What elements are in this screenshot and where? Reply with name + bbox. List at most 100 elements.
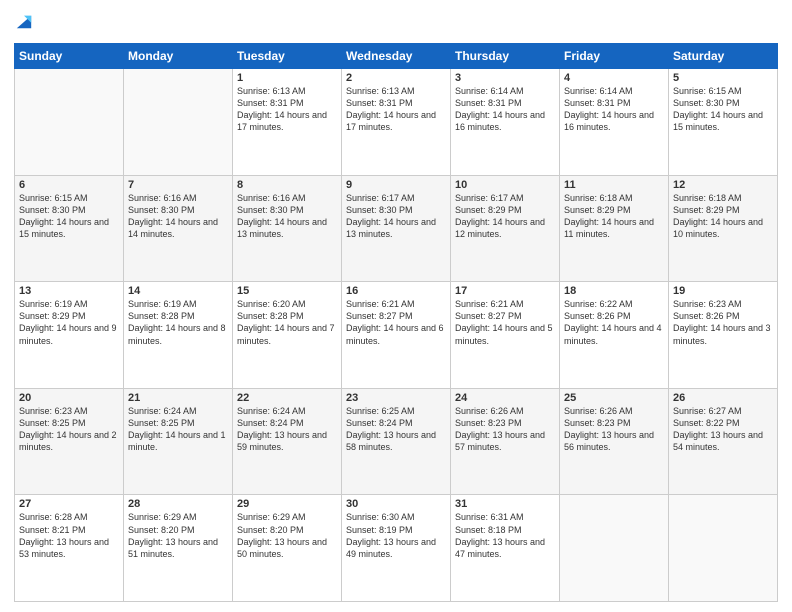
calendar-cell: 8Sunrise: 6:16 AM Sunset: 8:30 PM Daylig… — [233, 175, 342, 282]
day-info: Sunrise: 6:26 AM Sunset: 8:23 PM Dayligh… — [564, 405, 664, 454]
week-row-1: 1Sunrise: 6:13 AM Sunset: 8:31 PM Daylig… — [15, 69, 778, 176]
day-info: Sunrise: 6:20 AM Sunset: 8:28 PM Dayligh… — [237, 298, 337, 347]
day-info: Sunrise: 6:26 AM Sunset: 8:23 PM Dayligh… — [455, 405, 555, 454]
day-info: Sunrise: 6:19 AM Sunset: 8:29 PM Dayligh… — [19, 298, 119, 347]
day-info: Sunrise: 6:16 AM Sunset: 8:30 PM Dayligh… — [128, 192, 228, 241]
calendar-cell: 3Sunrise: 6:14 AM Sunset: 8:31 PM Daylig… — [451, 69, 560, 176]
day-info: Sunrise: 6:24 AM Sunset: 8:25 PM Dayligh… — [128, 405, 228, 454]
day-info: Sunrise: 6:13 AM Sunset: 8:31 PM Dayligh… — [346, 85, 446, 134]
page: SundayMondayTuesdayWednesdayThursdayFrid… — [0, 0, 792, 612]
day-info: Sunrise: 6:17 AM Sunset: 8:29 PM Dayligh… — [455, 192, 555, 241]
day-number: 31 — [455, 498, 555, 510]
day-number: 3 — [455, 72, 555, 84]
calendar-cell: 28Sunrise: 6:29 AM Sunset: 8:20 PM Dayli… — [124, 495, 233, 602]
day-number: 20 — [19, 392, 119, 404]
calendar-cell: 12Sunrise: 6:18 AM Sunset: 8:29 PM Dayli… — [669, 175, 778, 282]
calendar-cell: 25Sunrise: 6:26 AM Sunset: 8:23 PM Dayli… — [560, 388, 669, 495]
day-info: Sunrise: 6:15 AM Sunset: 8:30 PM Dayligh… — [19, 192, 119, 241]
calendar-cell: 16Sunrise: 6:21 AM Sunset: 8:27 PM Dayli… — [342, 282, 451, 389]
day-info: Sunrise: 6:15 AM Sunset: 8:30 PM Dayligh… — [673, 85, 773, 134]
day-number: 2 — [346, 72, 446, 84]
weekday-friday: Friday — [560, 44, 669, 69]
day-number: 19 — [673, 285, 773, 297]
day-info: Sunrise: 6:29 AM Sunset: 8:20 PM Dayligh… — [128, 511, 228, 560]
logo-icon — [15, 10, 33, 32]
day-info: Sunrise: 6:31 AM Sunset: 8:18 PM Dayligh… — [455, 511, 555, 560]
week-row-5: 27Sunrise: 6:28 AM Sunset: 8:21 PM Dayli… — [15, 495, 778, 602]
day-number: 11 — [564, 179, 664, 191]
calendar-cell: 5Sunrise: 6:15 AM Sunset: 8:30 PM Daylig… — [669, 69, 778, 176]
calendar-cell: 13Sunrise: 6:19 AM Sunset: 8:29 PM Dayli… — [15, 282, 124, 389]
calendar-cell: 23Sunrise: 6:25 AM Sunset: 8:24 PM Dayli… — [342, 388, 451, 495]
calendar-cell: 14Sunrise: 6:19 AM Sunset: 8:28 PM Dayli… — [124, 282, 233, 389]
calendar-cell — [669, 495, 778, 602]
day-info: Sunrise: 6:14 AM Sunset: 8:31 PM Dayligh… — [564, 85, 664, 134]
day-info: Sunrise: 6:24 AM Sunset: 8:24 PM Dayligh… — [237, 405, 337, 454]
day-number: 18 — [564, 285, 664, 297]
day-number: 10 — [455, 179, 555, 191]
week-row-2: 6Sunrise: 6:15 AM Sunset: 8:30 PM Daylig… — [15, 175, 778, 282]
day-number: 29 — [237, 498, 337, 510]
day-info: Sunrise: 6:19 AM Sunset: 8:28 PM Dayligh… — [128, 298, 228, 347]
day-number: 25 — [564, 392, 664, 404]
day-number: 4 — [564, 72, 664, 84]
day-number: 13 — [19, 285, 119, 297]
calendar-cell: 17Sunrise: 6:21 AM Sunset: 8:27 PM Dayli… — [451, 282, 560, 389]
day-number: 23 — [346, 392, 446, 404]
day-info: Sunrise: 6:18 AM Sunset: 8:29 PM Dayligh… — [673, 192, 773, 241]
day-number: 27 — [19, 498, 119, 510]
weekday-monday: Monday — [124, 44, 233, 69]
calendar-cell: 21Sunrise: 6:24 AM Sunset: 8:25 PM Dayli… — [124, 388, 233, 495]
weekday-sunday: Sunday — [15, 44, 124, 69]
day-info: Sunrise: 6:17 AM Sunset: 8:30 PM Dayligh… — [346, 192, 446, 241]
header — [14, 10, 778, 37]
day-info: Sunrise: 6:29 AM Sunset: 8:20 PM Dayligh… — [237, 511, 337, 560]
day-info: Sunrise: 6:30 AM Sunset: 8:19 PM Dayligh… — [346, 511, 446, 560]
weekday-tuesday: Tuesday — [233, 44, 342, 69]
weekday-saturday: Saturday — [669, 44, 778, 69]
day-number: 16 — [346, 285, 446, 297]
calendar-cell — [560, 495, 669, 602]
week-row-4: 20Sunrise: 6:23 AM Sunset: 8:25 PM Dayli… — [15, 388, 778, 495]
calendar-cell: 2Sunrise: 6:13 AM Sunset: 8:31 PM Daylig… — [342, 69, 451, 176]
calendar-cell: 27Sunrise: 6:28 AM Sunset: 8:21 PM Dayli… — [15, 495, 124, 602]
day-number: 30 — [346, 498, 446, 510]
calendar-cell: 9Sunrise: 6:17 AM Sunset: 8:30 PM Daylig… — [342, 175, 451, 282]
day-number: 21 — [128, 392, 228, 404]
calendar-cell: 6Sunrise: 6:15 AM Sunset: 8:30 PM Daylig… — [15, 175, 124, 282]
day-number: 9 — [346, 179, 446, 191]
day-number: 26 — [673, 392, 773, 404]
weekday-wednesday: Wednesday — [342, 44, 451, 69]
calendar-cell: 7Sunrise: 6:16 AM Sunset: 8:30 PM Daylig… — [124, 175, 233, 282]
day-info: Sunrise: 6:16 AM Sunset: 8:30 PM Dayligh… — [237, 192, 337, 241]
day-number: 24 — [455, 392, 555, 404]
calendar-cell: 29Sunrise: 6:29 AM Sunset: 8:20 PM Dayli… — [233, 495, 342, 602]
day-number: 15 — [237, 285, 337, 297]
calendar-cell: 30Sunrise: 6:30 AM Sunset: 8:19 PM Dayli… — [342, 495, 451, 602]
day-number: 14 — [128, 285, 228, 297]
calendar-cell: 31Sunrise: 6:31 AM Sunset: 8:18 PM Dayli… — [451, 495, 560, 602]
calendar-cell — [124, 69, 233, 176]
day-info: Sunrise: 6:21 AM Sunset: 8:27 PM Dayligh… — [346, 298, 446, 347]
calendar-table: SundayMondayTuesdayWednesdayThursdayFrid… — [14, 43, 778, 602]
week-row-3: 13Sunrise: 6:19 AM Sunset: 8:29 PM Dayli… — [15, 282, 778, 389]
day-number: 5 — [673, 72, 773, 84]
day-info: Sunrise: 6:23 AM Sunset: 8:25 PM Dayligh… — [19, 405, 119, 454]
day-number: 8 — [237, 179, 337, 191]
day-info: Sunrise: 6:27 AM Sunset: 8:22 PM Dayligh… — [673, 405, 773, 454]
calendar-cell: 26Sunrise: 6:27 AM Sunset: 8:22 PM Dayli… — [669, 388, 778, 495]
calendar-cell: 15Sunrise: 6:20 AM Sunset: 8:28 PM Dayli… — [233, 282, 342, 389]
day-info: Sunrise: 6:22 AM Sunset: 8:26 PM Dayligh… — [564, 298, 664, 347]
calendar-cell: 20Sunrise: 6:23 AM Sunset: 8:25 PM Dayli… — [15, 388, 124, 495]
calendar-cell: 22Sunrise: 6:24 AM Sunset: 8:24 PM Dayli… — [233, 388, 342, 495]
calendar-cell — [15, 69, 124, 176]
day-number: 22 — [237, 392, 337, 404]
weekday-thursday: Thursday — [451, 44, 560, 69]
calendar-cell: 19Sunrise: 6:23 AM Sunset: 8:26 PM Dayli… — [669, 282, 778, 389]
day-number: 12 — [673, 179, 773, 191]
day-number: 28 — [128, 498, 228, 510]
day-info: Sunrise: 6:25 AM Sunset: 8:24 PM Dayligh… — [346, 405, 446, 454]
calendar-cell: 11Sunrise: 6:18 AM Sunset: 8:29 PM Dayli… — [560, 175, 669, 282]
day-number: 7 — [128, 179, 228, 191]
calendar-cell: 1Sunrise: 6:13 AM Sunset: 8:31 PM Daylig… — [233, 69, 342, 176]
